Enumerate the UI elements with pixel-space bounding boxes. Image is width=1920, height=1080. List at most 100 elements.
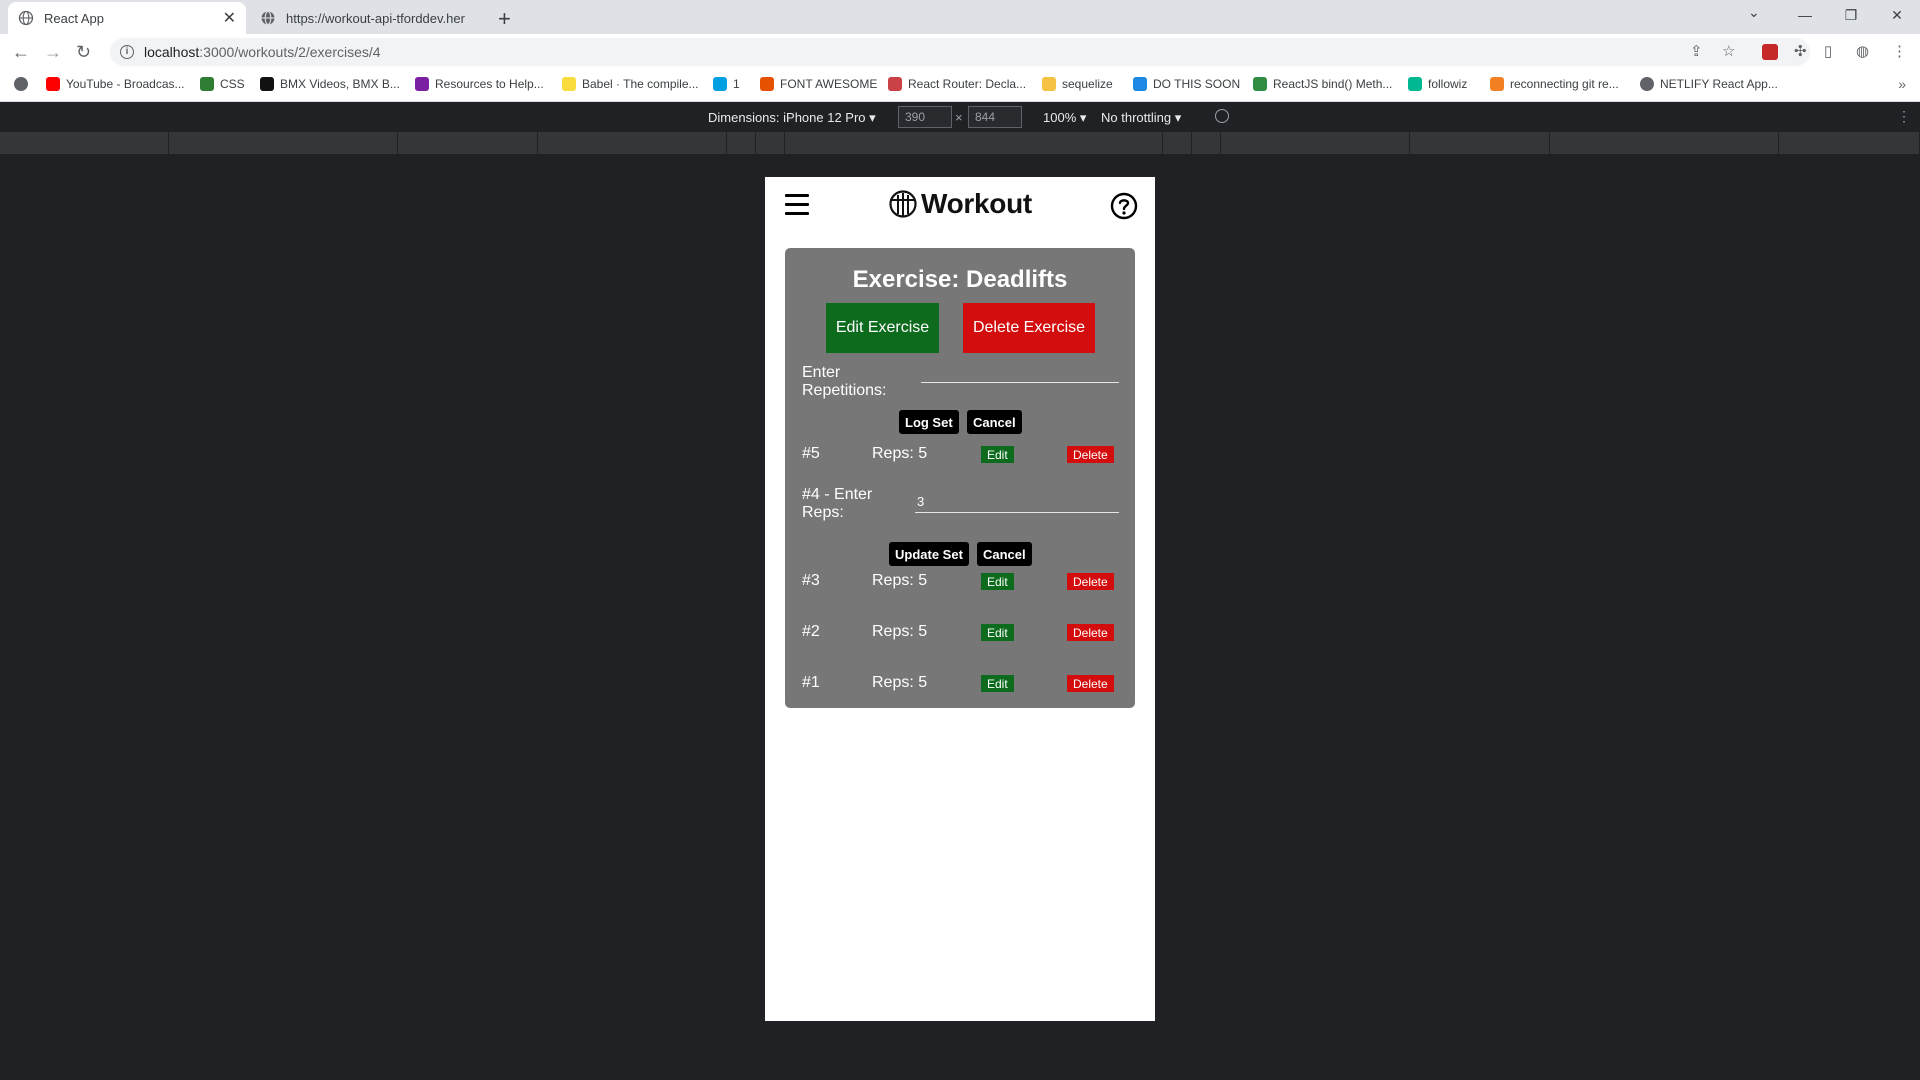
delete-set-button[interactable]: Delete	[1067, 573, 1114, 590]
media-segment[interactable]	[538, 132, 727, 154]
update-set-button[interactable]: Update Set	[889, 542, 969, 566]
apps-icon[interactable]	[14, 77, 34, 91]
bookmark-sequelize[interactable]: sequelize	[1042, 77, 1113, 91]
media-segment[interactable]	[1163, 132, 1192, 154]
edit-set-button[interactable]: Edit	[981, 573, 1014, 590]
delete-set-button[interactable]: Delete	[1067, 446, 1114, 463]
bookmark-netlify[interactable]: NETLIFY React App...	[1640, 77, 1778, 91]
set-number: #2	[802, 623, 820, 640]
bookmark-followiz[interactable]: followiz	[1408, 77, 1467, 91]
address-bar[interactable]: i localhost:3000/workouts/2/exercises/4	[110, 38, 1810, 66]
bookmark-reconnecting-git[interactable]: reconnecting git re...	[1490, 77, 1619, 91]
globe-icon	[261, 10, 275, 26]
exercise-title: Exercise: Deadlifts	[852, 266, 1068, 293]
edit-set-button[interactable]: Edit	[981, 675, 1014, 692]
info-icon[interactable]: i	[120, 45, 134, 59]
bookmark-1[interactable]: 1	[713, 77, 740, 91]
edit-exercise-button[interactable]: Edit Exercise	[826, 303, 939, 353]
phone-viewport: Workout Exercise: Deadlifts Edit Exercis…	[765, 177, 1155, 1021]
edit-set-button[interactable]: Edit	[981, 624, 1014, 641]
rotate-icon[interactable]	[1215, 109, 1229, 123]
throttle-select[interactable]: No throttling ▾	[1101, 110, 1181, 126]
height-input[interactable]	[968, 106, 1022, 128]
width-input[interactable]	[898, 106, 952, 128]
extension-icon[interactable]	[1762, 44, 1778, 60]
device-toolbar: Dimensions: iPhone 12 Pro ▾ × 100% ▾ No …	[0, 102, 1920, 132]
barbell-logo-icon	[889, 190, 917, 218]
media-segment[interactable]	[1410, 132, 1550, 154]
bookmark-font-awesome[interactable]: FONT AWESOME	[760, 77, 877, 91]
back-icon[interactable]: ←	[12, 42, 30, 63]
bookmark-bmx[interactable]: BMX Videos, BMX B...	[260, 77, 400, 91]
delete-set-button[interactable]: Delete	[1067, 675, 1114, 692]
repetitions-input[interactable]	[921, 361, 1119, 383]
media-segment[interactable]	[785, 132, 1163, 154]
media-segment[interactable]	[727, 132, 756, 154]
resources-icon	[415, 77, 429, 91]
tab-workout-api[interactable]: https://workout-api-tforddev.her	[250, 2, 488, 34]
media-segment[interactable]	[756, 132, 785, 154]
browser-toolbar: ← → ↻ i localhost:3000/workouts/2/exerci…	[0, 34, 1920, 70]
new-tab-button[interactable]: +	[498, 6, 511, 32]
globe-icon	[1640, 77, 1654, 91]
hamburger-menu-icon[interactable]	[785, 194, 809, 216]
repetitions-label: Enter Repetitions:	[802, 364, 887, 399]
delete-set-button[interactable]: Delete	[1067, 624, 1114, 641]
zoom-select[interactable]: 100% ▾	[1043, 110, 1086, 126]
tab-react-app[interactable]: React App ✕	[8, 2, 246, 34]
device-select[interactable]: Dimensions: iPhone 12 Pro ▾	[708, 110, 876, 126]
media-segment[interactable]	[1221, 132, 1410, 154]
more-options-icon[interactable]: ⋮	[1897, 108, 1911, 125]
puzzle-icon[interactable]: ✣	[1794, 42, 1807, 60]
edit-set-button[interactable]: Edit	[981, 446, 1014, 463]
profile-icon[interactable]: ◍	[1856, 42, 1869, 60]
forward-icon[interactable]: →	[44, 42, 62, 63]
star-icon[interactable]: ☆	[1722, 42, 1735, 60]
bookmark-babel[interactable]: Babel · The compile...	[562, 77, 699, 91]
media-segment[interactable]	[398, 132, 538, 154]
youtube-icon	[46, 77, 60, 91]
restore-icon[interactable]: ❐	[1828, 0, 1874, 30]
brand[interactable]: Workout	[889, 186, 1032, 222]
menu-icon[interactable]: ⋮	[1892, 42, 1907, 60]
window-controls: — ❐ ✕	[1782, 0, 1920, 30]
gfg-icon	[1253, 77, 1267, 91]
w3-icon	[200, 77, 214, 91]
edit-reps-input[interactable]	[915, 491, 1119, 513]
doc-icon	[1133, 77, 1147, 91]
set-row: #5 Reps: 5 Edit Delete	[785, 442, 1135, 466]
bookmark-css[interactable]: CSS	[200, 77, 245, 91]
media-segment[interactable]	[169, 132, 398, 154]
media-segment[interactable]	[1192, 132, 1221, 154]
set-reps: Reps: 5	[872, 674, 928, 691]
close-icon[interactable]: ✕	[223, 8, 236, 28]
media-segment[interactable]	[1550, 132, 1779, 154]
cancel-update-button[interactable]: Cancel	[977, 542, 1032, 566]
side-panel-icon[interactable]: ▯	[1824, 42, 1832, 60]
bookmark-resources[interactable]: Resources to Help...	[415, 77, 544, 91]
help-icon[interactable]	[1110, 192, 1138, 220]
globe-icon	[18, 10, 34, 26]
bookmark-youtube[interactable]: YouTube - Broadcas...	[46, 77, 185, 91]
babel-icon	[562, 77, 576, 91]
log-set-button[interactable]: Log Set	[899, 410, 959, 434]
tab-search-icon[interactable]: ⌄	[1748, 4, 1760, 21]
bookmark-do-this-soon[interactable]: DO THIS SOON	[1133, 77, 1240, 91]
set-row: #2 Reps: 5 Edit Delete	[785, 620, 1135, 644]
reload-icon[interactable]: ↻	[76, 42, 91, 63]
cancel-log-button[interactable]: Cancel	[967, 410, 1022, 434]
delete-exercise-button[interactable]: Delete Exercise	[963, 303, 1095, 353]
minimize-icon[interactable]: —	[1782, 0, 1828, 30]
bookmark-reactjs-bind[interactable]: ReactJS bind() Meth...	[1253, 77, 1392, 91]
close-window-icon[interactable]: ✕	[1874, 0, 1920, 30]
bookmark-react-router[interactable]: React Router: Decla...	[888, 77, 1026, 91]
times-sign: ×	[955, 110, 963, 125]
media-segment[interactable]	[0, 132, 169, 154]
share-icon[interactable]: ⇪	[1690, 42, 1703, 60]
set-number: #1	[802, 674, 820, 691]
media-segment[interactable]	[1779, 132, 1920, 154]
set-number: #3	[802, 572, 820, 589]
link-icon	[713, 77, 727, 91]
media-query-bar[interactable]	[0, 132, 1920, 154]
bookmarks-overflow-icon[interactable]: »	[1898, 76, 1906, 92]
